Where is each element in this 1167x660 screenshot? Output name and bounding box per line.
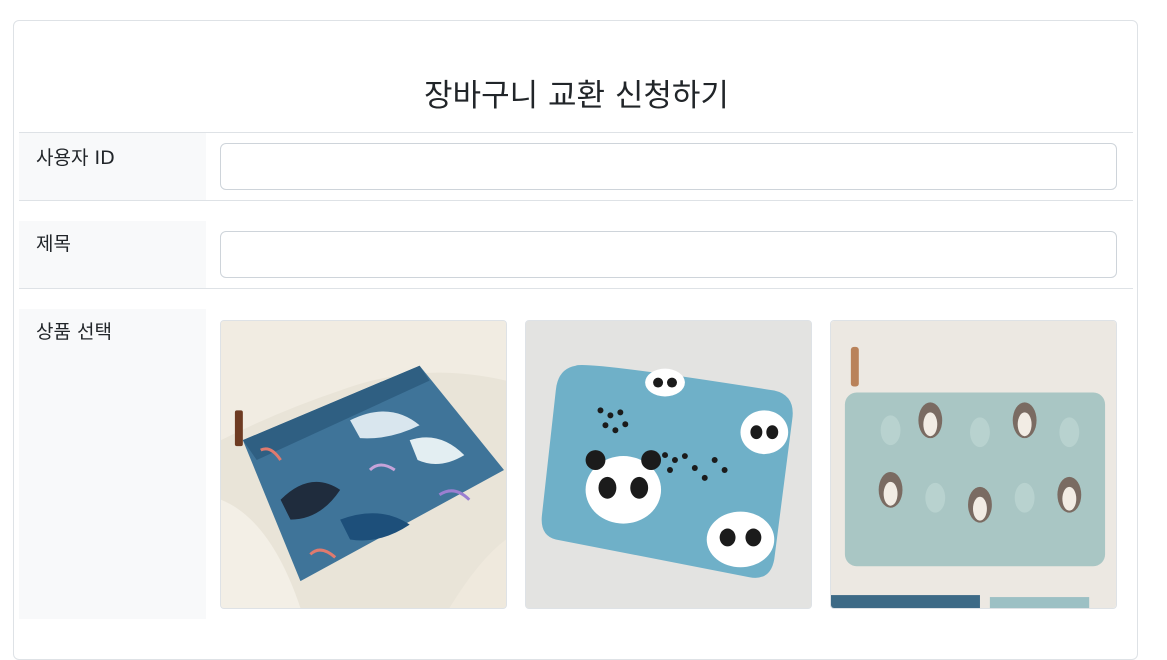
- product-option-panda-bag[interactable]: [525, 320, 812, 609]
- divider: [19, 288, 1133, 289]
- penguin-pattern-bag-image: [831, 321, 1116, 608]
- subject-input[interactable]: [220, 231, 1117, 278]
- user-id-label: 사용자 ID: [36, 147, 115, 169]
- subject-label-cell: 제목: [19, 221, 206, 288]
- product-label-cell: 상품 선택: [19, 309, 206, 619]
- user-id-label-cell: 사용자 ID: [19, 133, 206, 200]
- page-title: 장바구니 교환 신청하기: [424, 78, 729, 114]
- product-label: 상품 선택: [36, 321, 112, 343]
- subject-label: 제목: [36, 233, 71, 255]
- panda-pattern-bag-image: [526, 321, 811, 608]
- divider: [19, 200, 1133, 201]
- product-option-penguin-bag[interactable]: [830, 320, 1117, 609]
- product-option-whale-bag[interactable]: [220, 320, 507, 609]
- exchange-form-card: 장바구니 교환 신청하기 사용자 ID 제목 상품 선택: [13, 20, 1138, 660]
- whale-pattern-bag-image: [221, 321, 506, 608]
- user-id-input[interactable]: [220, 143, 1117, 190]
